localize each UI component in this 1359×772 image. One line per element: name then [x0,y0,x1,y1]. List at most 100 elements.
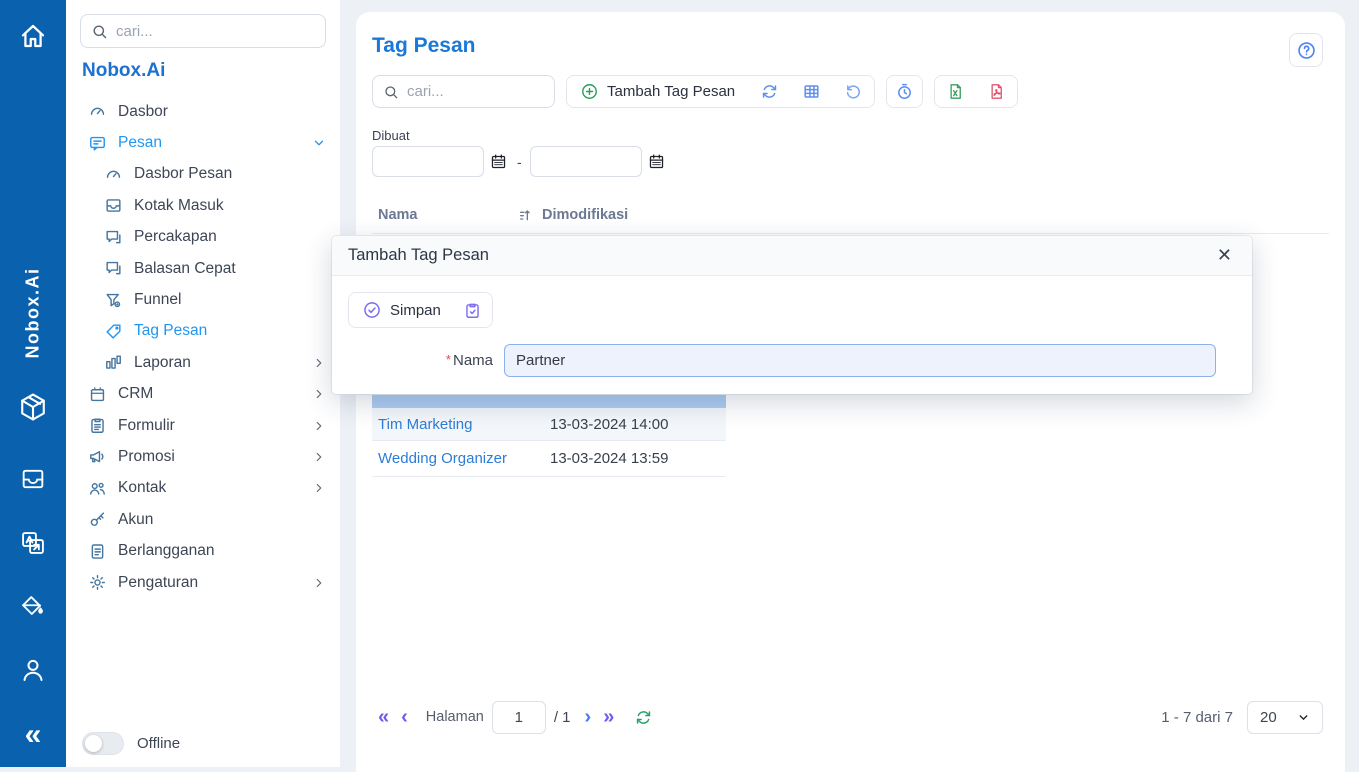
dashboard-icon [88,102,107,121]
sidebar-item-balasan-cepat[interactable]: Balasan Cepat [66,253,340,284]
add-tag-button[interactable]: Tambah Tag Pesan [567,76,748,107]
table-search-input[interactable] [407,83,544,100]
page-number-input[interactable] [492,701,546,734]
table-search[interactable] [372,75,555,108]
column-header-dimodifikasi[interactable]: Dimodifikasi [542,207,628,223]
sidebar-item-crm[interactable]: CRM [66,379,340,410]
nobox-cube-logo-icon[interactable] [16,390,50,424]
sidebar-item-tag-pesan[interactable]: Tag Pesan [66,316,340,347]
sidebar-item-pesan[interactable]: Pesan [66,127,340,158]
sidebar-item-funnel[interactable]: Funnel [66,284,340,315]
save-button-label: Simpan [390,302,441,319]
chevron-down-icon [312,136,326,150]
sidebar-item-berlangganan[interactable]: Berlangganan [66,535,340,566]
page-label: Halaman [426,709,484,725]
sidebar-item-laporan[interactable]: Laporan [66,347,340,378]
reset-button[interactable] [832,76,874,107]
sidebar-item-label: Laporan [134,354,312,372]
sidebar-item-label: Berlangganan [118,542,326,560]
total-pages: / 1 [554,709,571,726]
sidebar-item-pengaturan[interactable]: Pengaturan [66,567,340,598]
home-icon[interactable] [17,20,49,52]
sidebar-item-kotak-masuk[interactable]: Kotak Masuk [66,190,340,221]
name-field[interactable] [504,344,1216,377]
prev-page-button[interactable]: ‹ [395,707,414,727]
sidebar-item-dasbor[interactable]: Dasbor [66,96,340,127]
clipboard-check-icon [463,301,482,320]
toolbar: Tambah Tag Pesan [372,75,1018,108]
date-to-input[interactable] [530,146,642,177]
sidebar-item-dasbor-pesan[interactable]: Dasbor Pesan [66,159,340,190]
sidebar-menu: Dasbor Pesan Dasbor Pesan Kotak Masuk Pe… [66,96,340,598]
last-page-button[interactable]: » [597,707,620,727]
table-header: Nama Dimodifikasi [372,196,1329,234]
sidebar-item-label: Pengaturan [118,574,312,592]
save-button[interactable]: Simpan [349,293,454,327]
chat-bubbles-icon [104,228,123,247]
export-group [934,75,1018,108]
first-page-button[interactable]: « [372,707,395,727]
save-and-copy-button[interactable] [454,293,492,327]
table-row[interactable]: Tim Marketing 13-03-2024 14:00 [372,408,726,441]
inbox-icon [104,196,123,215]
plus-circle-icon [580,82,599,101]
sidebar-item-label: Pesan [118,134,312,152]
clipboard-icon [88,416,107,435]
inbox-rail-icon[interactable] [19,465,47,493]
name-label-text: Nama [453,352,493,369]
translate-icon[interactable] [19,529,47,557]
stopwatch-button[interactable] [887,76,922,107]
sidebar-item-label: Percakapan [134,228,326,246]
sidebar-search-input[interactable] [116,23,315,40]
sidebar-item-promosi[interactable]: Promosi [66,441,340,472]
sidebar-item-percakapan[interactable]: Percakapan [66,222,340,253]
calendar-icon[interactable] [490,153,507,170]
calendar-icon[interactable] [648,153,665,170]
tag-icon [104,322,123,341]
created-filter-label: Dibuat [372,128,410,143]
refresh-button[interactable] [748,76,790,107]
table-grid-icon [802,82,821,101]
reload-table-icon[interactable] [634,708,653,727]
offline-toggle[interactable] [82,732,124,755]
gear-icon [88,573,107,592]
export-excel-button[interactable] [935,76,976,107]
date-range-filter: - [372,146,665,177]
sidebar-item-formulir[interactable]: Formulir [66,410,340,441]
app-rail: Nobox.Ai « [0,0,66,767]
name-form-row: *Nama [332,344,1252,377]
sort-icon[interactable] [518,207,534,223]
sidebar-item-kontak[interactable]: Kontak [66,473,340,504]
sidebar: Nobox.Ai Dasbor Pesan Dasbor Pesan Kotak… [66,0,340,767]
search-icon [383,84,399,100]
paint-bucket-icon[interactable] [19,593,47,621]
chevron-right-icon [312,481,326,495]
toggle-knob [85,735,102,752]
collapse-sidebar-icon[interactable]: « [25,722,42,748]
sidebar-item-label: CRM [118,385,312,403]
close-icon[interactable]: ✕ [1213,245,1236,266]
sidebar-item-label: Formulir [118,417,312,435]
tag-name-link[interactable]: Tim Marketing [378,416,550,433]
question-icon [1296,40,1317,61]
chevron-down-icon [1297,711,1310,724]
user-icon[interactable] [18,655,48,685]
sidebar-search[interactable] [80,14,326,48]
modified-date: 13-03-2024 14:00 [550,416,668,433]
modal-save-group: Simpan [348,292,493,328]
column-header-nama[interactable]: Nama [378,207,518,223]
export-pdf-button[interactable] [976,76,1017,107]
table-row[interactable]: Wedding Organizer 13-03-2024 13:59 [372,441,726,477]
modal-title: Tambah Tag Pesan [348,246,1213,265]
next-page-button[interactable]: › [579,707,598,727]
sidebar-item-akun[interactable]: Akun [66,504,340,535]
page-size-select[interactable]: 20 [1247,701,1323,734]
add-tag-modal: Tambah Tag Pesan ✕ Simpan *Nama [332,236,1252,394]
sidebar-item-label: Kotak Masuk [134,197,326,215]
columns-button[interactable] [790,76,832,107]
help-button[interactable] [1289,33,1323,67]
sidebar-item-label: Promosi [118,448,312,466]
tag-name-link[interactable]: Wedding Organizer [378,450,550,467]
date-from-input[interactable] [372,146,484,177]
name-field-label: *Nama [332,352,504,369]
